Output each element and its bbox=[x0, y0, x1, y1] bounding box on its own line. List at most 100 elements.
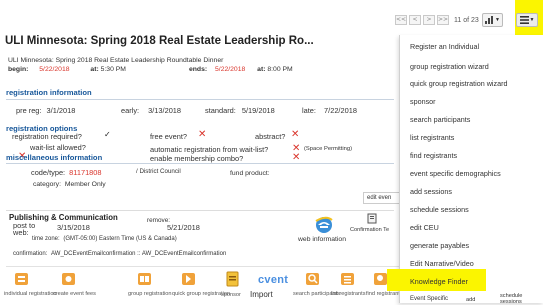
event-subtitle: ULI Minnesota: Spring 2018 Real Estate L… bbox=[8, 57, 224, 64]
chart-button[interactable]: ▼ bbox=[482, 13, 503, 27]
registration-required-label: registration required? bbox=[12, 132, 82, 141]
chevron-down-icon: ▼ bbox=[495, 17, 500, 23]
time-zone-label: time zone: bbox=[32, 236, 60, 242]
confirmation-row: confirmation: AW_DCEventEmailconfirmatio… bbox=[13, 251, 226, 257]
post-date: 3/15/2018 bbox=[57, 223, 90, 232]
remove-date: 5/21/2018 bbox=[167, 223, 200, 232]
chevron-down-icon: ▼ bbox=[529, 17, 535, 23]
cross-icon: ✕ bbox=[198, 129, 207, 140]
document-icon[interactable] bbox=[367, 213, 377, 224]
pager: << < > >> 11 of 23 ◆ bbox=[395, 15, 496, 25]
list-registrants-label[interactable]: list registrants bbox=[331, 291, 366, 297]
find-registrants-label[interactable]: find registrants bbox=[366, 291, 403, 297]
begin-label: begin: bbox=[8, 66, 29, 73]
fund-product-label: fund product: bbox=[230, 170, 270, 177]
early-date: 3/13/2018 bbox=[148, 106, 182, 115]
menu-item-sponsor[interactable]: sponsor bbox=[410, 97, 436, 106]
standard-date: 5/19/2018 bbox=[241, 106, 275, 115]
space-permitting-note: (Space Permitting) bbox=[304, 146, 353, 152]
last-page-button[interactable]: >> bbox=[437, 15, 449, 25]
internet-explorer-icon[interactable] bbox=[314, 215, 334, 235]
menu-item-knowledge-finder[interactable]: Knowledge Finder bbox=[410, 277, 468, 286]
ends-label: ends: bbox=[189, 66, 208, 73]
next-page-button[interactable]: > bbox=[423, 15, 435, 25]
bottom-add-label[interactable]: add bbox=[466, 297, 475, 303]
event-dates-row: begin: 5/22/2018 at: 5:30 PM bbox=[8, 66, 126, 73]
late-label: late: bbox=[302, 106, 316, 115]
menu-item-schedule-sessions[interactable]: schedule sessions bbox=[410, 205, 469, 214]
menu-item-generate-payables[interactable]: generate payables bbox=[410, 241, 469, 250]
menu-item-register-individual[interactable]: Register an Individual bbox=[410, 42, 479, 51]
group-registration-icon[interactable] bbox=[137, 271, 153, 287]
code-type-row: code/type: 81171808 bbox=[31, 168, 102, 177]
section-divider bbox=[6, 210, 394, 211]
standard-row: standard: 5/19/2018 bbox=[205, 106, 275, 115]
membership-combo-label: enable membership combo? bbox=[150, 154, 244, 163]
late-date: 7/22/2018 bbox=[324, 106, 357, 115]
confirmation-label: confirmation: bbox=[13, 251, 48, 257]
menu-item-group-registration-wizard[interactable]: group registration wizard bbox=[410, 62, 489, 71]
import-button[interactable]: Import bbox=[250, 290, 273, 299]
pre-reg-row: pre reg: 3/1/2018 bbox=[16, 106, 75, 115]
web-information-link[interactable]: web information bbox=[298, 236, 346, 243]
menu-item-add-sessions[interactable]: add sessions bbox=[410, 187, 452, 196]
post-to-web-label: post to web: bbox=[13, 221, 36, 237]
menu-item-find-registrants[interactable]: find registrants bbox=[410, 151, 457, 160]
menu-item-edit-ceu[interactable]: edit CEU bbox=[410, 223, 439, 232]
menu-item-event-specific[interactable]: Event Specific bbox=[410, 296, 448, 302]
begin-at-label: at: bbox=[90, 66, 99, 73]
free-event-label: free event? bbox=[150, 132, 187, 141]
end-date: 5/22/2018 bbox=[215, 66, 246, 73]
previous-page-button[interactable]: < bbox=[409, 15, 421, 25]
menu-item-list-registrants[interactable]: list registrants bbox=[410, 133, 454, 142]
search-participants-icon[interactable] bbox=[305, 271, 321, 287]
pre-reg-date: 3/1/2018 bbox=[46, 106, 76, 115]
confirmation-template-link[interactable]: Confirmation Te bbox=[350, 227, 389, 233]
early-row: early: 3/13/2018 bbox=[121, 106, 181, 115]
menu-item-quick-group-registration-wizard[interactable]: quick group registration wizard bbox=[410, 79, 507, 88]
early-label: early: bbox=[121, 106, 140, 115]
menu-item-event-specific-demographics[interactable]: event specific demographics bbox=[410, 169, 501, 178]
individual-registration-label[interactable]: individual registration bbox=[4, 291, 57, 297]
bar-chart-icon bbox=[485, 16, 494, 24]
time-zone-value: (GMT-05:00) Eastern Time (US & Canada) bbox=[63, 236, 177, 242]
section-divider bbox=[6, 99, 394, 100]
category-label: category: bbox=[33, 181, 61, 188]
end-time: 8:00 PM bbox=[267, 66, 293, 73]
cvent-logo[interactable]: cvent bbox=[258, 274, 288, 286]
abstract-label: abstract? bbox=[255, 132, 286, 141]
wait-list-label: wait-list allowed? bbox=[30, 143, 86, 152]
end-at-label: at: bbox=[257, 66, 266, 73]
create-event-fees-icon[interactable] bbox=[61, 271, 77, 287]
time-zone-row: time zone: (GMT-05:00) Eastern Time (US … bbox=[32, 236, 177, 242]
begin-date: 5/22/2018 bbox=[39, 66, 70, 73]
individual-registration-icon[interactable] bbox=[14, 271, 30, 287]
code-type-label: code/type: bbox=[31, 168, 66, 177]
group-registration-label[interactable]: group registration bbox=[128, 291, 172, 297]
edit-event-button[interactable]: edit even bbox=[363, 192, 403, 204]
category-row: category: Member Only bbox=[33, 181, 106, 188]
actions-menu-button[interactable]: ▼ bbox=[516, 13, 538, 27]
registration-information-heading: registration information bbox=[6, 88, 92, 97]
bottom-schedule-sessions-label[interactable]: schedule sessions bbox=[500, 293, 530, 305]
late-row: late: 7/22/2018 bbox=[302, 106, 357, 115]
check-icon: ✓ bbox=[104, 130, 111, 139]
cross-icon: ✕ bbox=[291, 129, 300, 140]
list-registrants-icon[interactable] bbox=[340, 271, 356, 287]
menu-item-edit-narrative-video[interactable]: Edit Narrative/Video bbox=[410, 259, 474, 268]
event-end-row: ends: 5/22/2018 at: 8:00 PM bbox=[189, 66, 293, 73]
create-event-fees-label[interactable]: create event fees bbox=[53, 291, 96, 297]
list-menu-icon bbox=[519, 16, 529, 24]
sponsor-icon[interactable] bbox=[225, 271, 241, 287]
code-type-value: / District Council bbox=[136, 168, 181, 175]
icon-bar-divider bbox=[6, 266, 401, 267]
cross-icon: ✕ bbox=[292, 152, 301, 163]
menu-item-search-participants[interactable]: search participants bbox=[410, 115, 470, 124]
first-page-button[interactable]: << bbox=[395, 15, 407, 25]
sponsor-label[interactable]: sponsor bbox=[221, 292, 241, 298]
actions-dropdown-menu: Register an Individual group registratio… bbox=[387, 35, 543, 305]
auto-registration-label: automatic registration from wait-list? bbox=[150, 145, 269, 154]
quick-group-registration-icon[interactable] bbox=[181, 271, 197, 287]
standard-label: standard: bbox=[205, 106, 236, 115]
record-count: 11 of 23 bbox=[454, 16, 479, 24]
